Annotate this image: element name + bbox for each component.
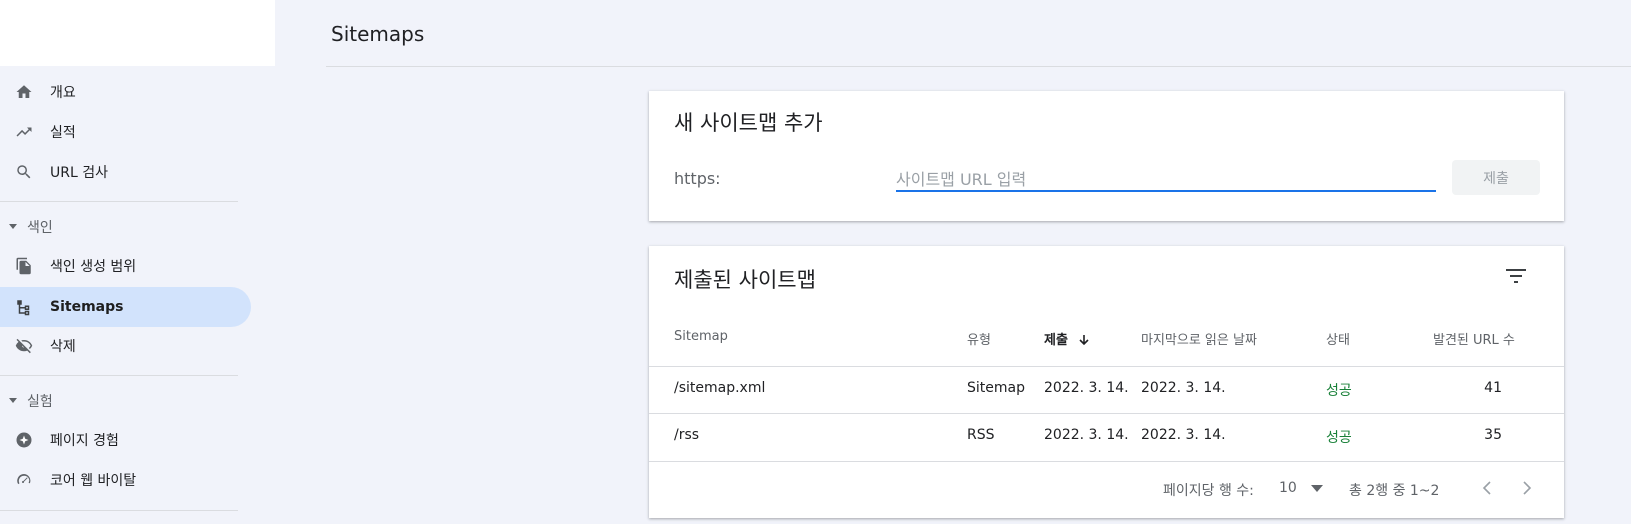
cell-last-read: 2022. 3. 14.	[1141, 380, 1226, 396]
chevron-left-icon	[1482, 481, 1491, 495]
dropdown-arrow-icon	[1311, 485, 1323, 492]
trending-up-icon	[14, 122, 34, 142]
sidebar-divider	[0, 510, 238, 511]
sidebar-divider	[0, 201, 238, 202]
sidebar-item-label: Sitemaps	[50, 299, 124, 315]
sidebar-item-overview[interactable]: 개요	[0, 72, 251, 112]
cell-submitted: 2022. 3. 14.	[1044, 380, 1129, 396]
submitted-sitemaps-card: 제출된 사이트맵 Sitemap 유형 제출 마지막으로 읽은 날짜 상태 발견…	[649, 246, 1564, 518]
column-header-submitted[interactable]: 제출	[1044, 329, 1090, 348]
rows-per-page-label: 페이지당 행 수:	[1163, 483, 1254, 499]
column-header-sitemap[interactable]: Sitemap	[674, 329, 728, 344]
sidebar-item-coverage[interactable]: 색인 생성 범위	[0, 246, 251, 286]
sidebar-item-label: 코어 웹 바이탈	[50, 473, 137, 489]
sidebar-item-label: 실적	[50, 125, 76, 141]
column-header-last-read[interactable]: 마지막으로 읽은 날짜	[1141, 329, 1257, 348]
cell-status: 성공	[1326, 430, 1352, 446]
logo-area	[0, 0, 275, 66]
submitted-sitemaps-title: 제출된 사이트맵	[674, 268, 816, 292]
sitemap-icon	[14, 297, 34, 317]
sidebar-item-label: 색인 생성 범위	[50, 259, 137, 275]
sidebar-item-removals[interactable]: 삭제	[0, 326, 251, 366]
arrow-down-icon	[1079, 335, 1090, 346]
speed-gauge-icon	[14, 470, 34, 490]
sidebar-item-label: 삭제	[50, 339, 76, 355]
copy-icon	[14, 256, 34, 276]
sidebar-item-label: URL 검사	[50, 165, 108, 181]
sidebar-item-core-web-vitals[interactable]: 코어 웹 바이탈	[0, 460, 251, 500]
caret-down-icon	[9, 398, 17, 403]
rows-per-page-value: 10	[1279, 480, 1297, 496]
filter-icon[interactable]	[1504, 264, 1528, 288]
add-sitemap-card: 새 사이트맵 추가 https: 제출	[649, 91, 1564, 221]
home-icon	[14, 82, 34, 102]
sidebar-item-performance[interactable]: 실적	[0, 112, 251, 152]
sidebar-item-label: 개요	[50, 85, 76, 101]
cell-type: Sitemap	[967, 380, 1025, 396]
column-header-discovered-urls[interactable]: 발견된 URL 수	[1433, 329, 1515, 348]
sidebar-section-index[interactable]: 색인	[0, 212, 251, 242]
cell-type: RSS	[967, 427, 995, 443]
sidebar-item-url-inspection[interactable]: URL 검사	[0, 152, 251, 192]
previous-page-button[interactable]	[1475, 476, 1499, 500]
sidebar: 개요 실적 URL 검사 색인 색인 생성 범위 Sitemaps 삭제 실험 …	[0, 0, 275, 524]
cell-discovered-urls: 41	[1484, 380, 1502, 396]
experience-icon	[14, 430, 34, 450]
cell-submitted: 2022. 3. 14.	[1044, 427, 1129, 443]
search-icon	[14, 162, 34, 182]
sidebar-item-label: 페이지 경험	[50, 433, 119, 449]
url-prefix: https:	[674, 169, 721, 188]
table-header-divider	[649, 366, 1564, 367]
row-divider	[649, 461, 1564, 462]
rows-per-page-select[interactable]: 10	[1277, 476, 1327, 500]
cell-sitemap: /sitemap.xml	[674, 380, 766, 396]
column-header-label: 제출	[1044, 333, 1068, 348]
chevron-right-icon	[1523, 481, 1532, 495]
sidebar-item-page-experience[interactable]: 페이지 경험	[0, 420, 251, 460]
caret-down-icon	[9, 224, 17, 229]
row-divider	[649, 413, 1564, 414]
sidebar-section-experiments[interactable]: 실험	[0, 386, 251, 416]
sidebar-section-label: 실험	[27, 394, 53, 410]
pagination-range: 총 2행 중 1~2	[1349, 483, 1440, 499]
sidebar-divider	[0, 375, 238, 376]
cell-discovered-urls: 35	[1484, 427, 1502, 443]
add-sitemap-title: 새 사이트맵 추가	[674, 111, 823, 135]
sidebar-item-sitemaps[interactable]: Sitemaps	[0, 287, 251, 327]
cell-sitemap: /rss	[674, 427, 700, 443]
cell-status: 성공	[1326, 383, 1352, 399]
cell-last-read: 2022. 3. 14.	[1141, 427, 1226, 443]
column-header-status[interactable]: 상태	[1326, 329, 1350, 348]
page-title: Sitemaps	[331, 22, 425, 46]
visibility-off-icon	[14, 336, 34, 356]
sidebar-section-label: 색인	[27, 220, 53, 236]
sitemap-url-input[interactable]	[896, 168, 1436, 192]
next-page-button[interactable]	[1515, 476, 1539, 500]
header-divider	[326, 66, 1631, 67]
submit-button[interactable]: 제출	[1452, 160, 1540, 195]
column-header-type[interactable]: 유형	[967, 329, 991, 348]
